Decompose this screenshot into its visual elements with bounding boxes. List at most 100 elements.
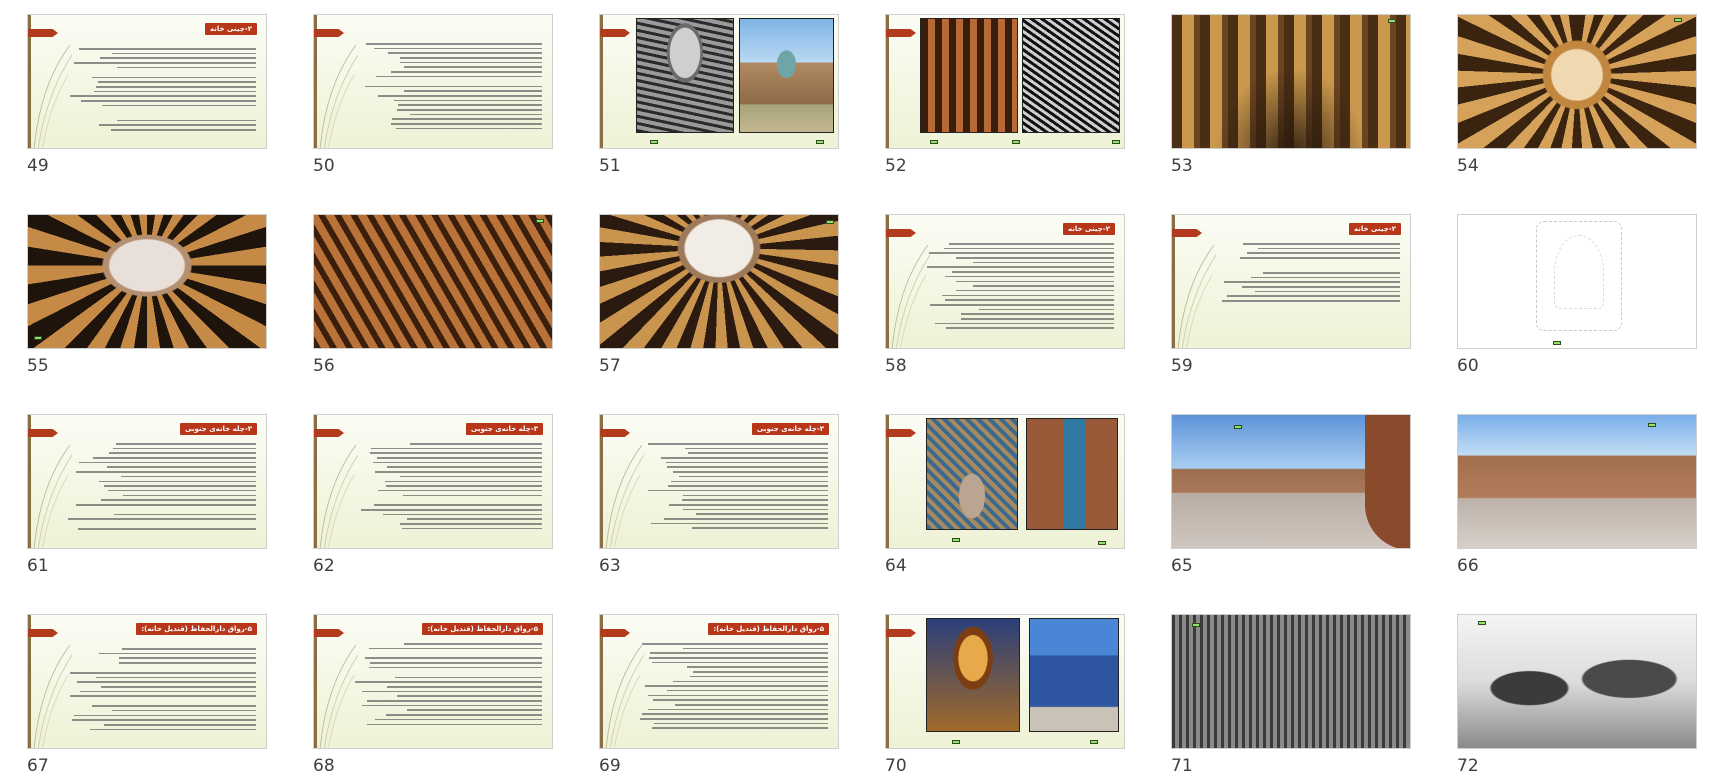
text-line [666,689,828,692]
text-line [1246,252,1400,254]
arrow-ribbon [28,629,58,637]
slide-thumbnail-72[interactable] [1457,614,1697,749]
photo-caption [826,220,834,224]
text-line [100,57,256,60]
text-line [367,723,542,726]
text-line [942,294,1114,297]
text-line [956,289,1114,292]
slide-thumbnail-64[interactable] [885,414,1125,549]
slide-thumbnail-61[interactable]: ۳-چله خانه‌ی جنوبی [27,414,267,549]
text-line [644,685,828,687]
text-line [945,275,1114,278]
arrow-ribbon [314,629,344,637]
text-line [396,127,542,130]
text-line [103,723,256,726]
slide-number: 53 [1171,156,1193,176]
text-line [111,52,256,55]
slide-thumbnail-59[interactable]: ۲-چینی خانه [1171,214,1411,349]
slide-body-text [68,43,256,140]
text-line [1250,276,1400,279]
decorative-curves [1177,245,1216,348]
text-line [374,718,542,721]
text-line [934,322,1114,325]
decorative-curves [605,445,644,548]
text-line [366,43,542,45]
text-line [671,480,828,483]
text-line [74,62,256,64]
text-line [1255,290,1400,293]
slide-thumbnail-66[interactable] [1457,414,1697,549]
slide-photo [1172,615,1410,748]
slide-number: 72 [1457,756,1479,776]
photo-caption [34,336,42,340]
slide-body-text [1212,243,1400,340]
slide-thumbnail-69[interactable]: ۵-رواق دارالحفاظ (قندیل خانه): [599,614,839,749]
text-line [391,118,542,120]
arrow-ribbon [1172,229,1202,237]
slide-thumbnail-70[interactable] [885,614,1125,749]
slide-thumbnail-51[interactable] [599,14,839,149]
text-line [665,461,828,464]
text-line [664,518,828,520]
slide-thumbnail-55[interactable] [27,214,267,349]
text-line [929,252,1114,254]
text-line [660,457,828,459]
slide-thumbnail-49[interactable]: ۲-چینی خانه [27,14,267,149]
text-line [75,471,256,473]
slide-thumbnail-67[interactable]: ۵-رواق دارالحفاظ (قندیل خانه): [27,614,267,749]
text-line [92,705,256,707]
text-line [1226,295,1400,297]
photo-caption [1234,425,1242,429]
slide-thumbnail-52[interactable] [885,14,1125,149]
slide-body-text [640,643,828,740]
decorative-curves [319,45,358,148]
text-line [117,66,256,69]
text-line [68,509,256,511]
text-line [368,647,542,650]
slide-thumbnail-54[interactable] [1457,14,1697,149]
slide-thumbnail-65[interactable] [1171,414,1411,549]
text-line [687,452,828,454]
slide-thumbnail-53[interactable] [1171,14,1411,149]
text-line [365,657,542,660]
photo-caption [816,140,824,144]
text-line [948,243,1114,245]
photo-caption [952,740,960,744]
slide-thumbnail-58[interactable]: ۲-چینی خانه [885,214,1125,349]
text-line [640,718,828,720]
slide-thumbnail-71[interactable] [1171,614,1411,749]
text-line [72,719,256,721]
plan-sketch-inner [1554,235,1604,309]
text-line [374,471,542,473]
text-line [647,708,828,711]
slide-thumbnail-60[interactable] [1457,214,1697,349]
slide-title: ۲-چینی خانه [1062,223,1115,235]
text-line [95,676,256,679]
text-line [103,485,256,487]
slide-thumbnail-57[interactable] [599,214,839,349]
arrow-ribbon [314,29,344,37]
arrow-ribbon [600,429,630,437]
photo-left [636,18,734,133]
text-line [1243,243,1400,245]
slide-thumbnail-68[interactable]: ۵-رواق دارالحفاظ (قندیل خانه): [313,614,553,749]
text-line [118,662,256,664]
text-line [651,727,828,729]
slide-thumbnail-62[interactable]: ۳-چله خانه‌ی جنوبی [313,414,553,549]
text-line [75,503,256,506]
text-line [961,318,1114,320]
slide-number: 69 [599,756,621,776]
text-line [364,85,542,88]
slide-thumbnail-56[interactable] [313,214,553,349]
photo-caption [1648,423,1656,427]
slide-thumbnail-50[interactable] [313,14,553,149]
text-line [403,66,542,69]
text-line [95,86,256,88]
text-line [666,466,828,469]
slide-photo [1172,15,1410,148]
slide-thumbnail-63[interactable]: ۳-چله خانه‌ی جنوبی [599,414,839,549]
text-line [370,447,542,450]
text-line [111,129,256,131]
text-line [410,113,542,116]
text-line [369,662,542,664]
